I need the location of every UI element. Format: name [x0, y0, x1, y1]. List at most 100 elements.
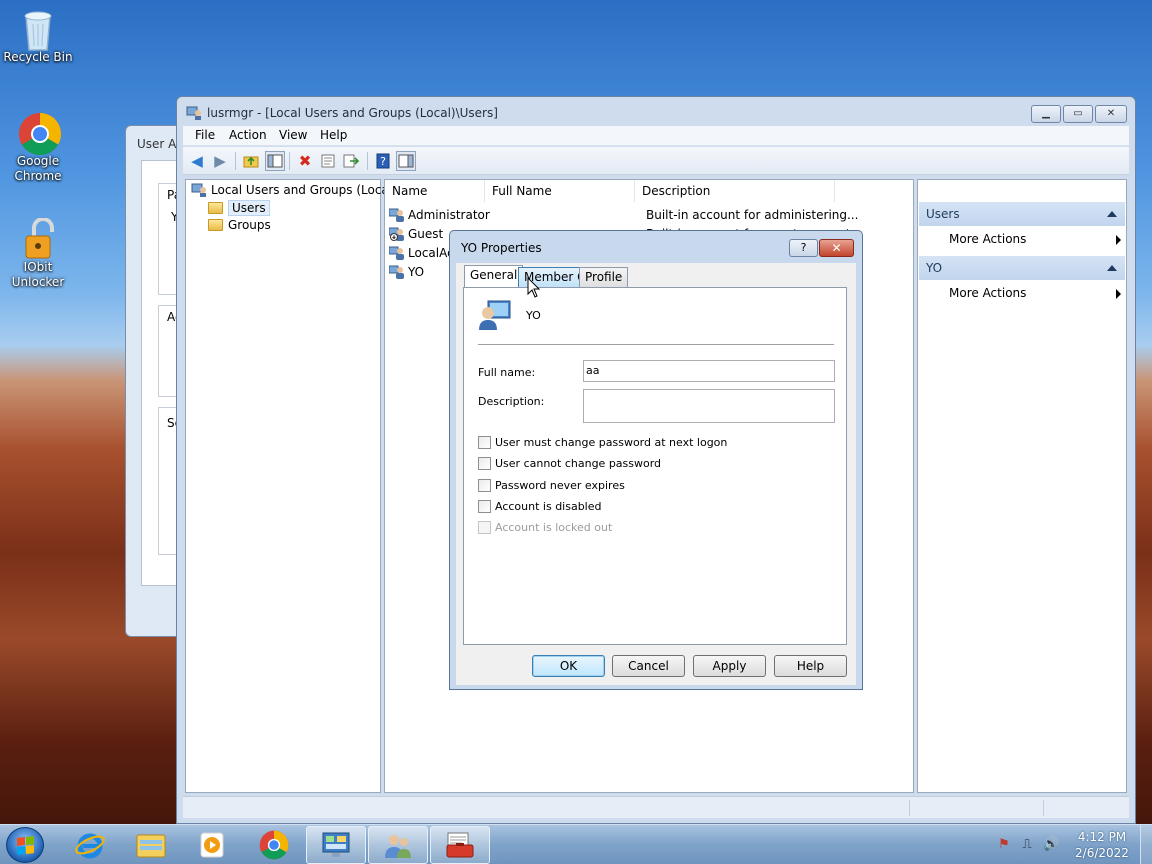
action-item-label: More Actions: [949, 286, 1027, 300]
show-hide-console-tree-button[interactable]: [265, 151, 285, 171]
chrome-icon: [259, 830, 289, 860]
checkbox-box[interactable]: [478, 500, 491, 513]
taskbar-chrome[interactable]: [244, 826, 304, 864]
taskbar-media-player[interactable]: [182, 826, 242, 864]
tree-item-label: Users: [228, 200, 270, 216]
taskbar-control-panel[interactable]: [306, 826, 366, 864]
tab-profile[interactable]: Profile: [579, 267, 629, 288]
action-section-yo[interactable]: YO: [919, 256, 1125, 280]
desktop-icon-chrome[interactable]: Google Chrome: [0, 112, 76, 184]
column-header-name[interactable]: Name: [385, 180, 485, 202]
table-row[interactable]: YO: [389, 262, 424, 281]
toolbar-separator: [235, 152, 236, 170]
menu-action[interactable]: Action: [229, 128, 267, 142]
separator: [478, 344, 834, 345]
table-row[interactable]: Guest Built-in account for guest access …: [389, 224, 862, 243]
menu-help[interactable]: Help: [320, 128, 347, 142]
checkbox-password-never-expires[interactable]: Password never expires: [478, 479, 625, 492]
volume-icon[interactable]: 🔊: [1043, 837, 1059, 853]
user-name-heading: YO: [526, 309, 541, 322]
full-name-field[interactable]: aa: [583, 360, 835, 382]
taskbar-computer-management[interactable]: [430, 826, 490, 864]
table-row[interactable]: Administrator Built-in account for admin…: [389, 205, 858, 224]
control-panel-icon: [322, 832, 350, 857]
folder-up-icon: [243, 156, 259, 168]
checkbox-label: Account is locked out: [495, 521, 613, 534]
start-button[interactable]: [6, 827, 44, 863]
console-tree-icon: [267, 154, 283, 168]
up-one-level-button[interactable]: [241, 151, 261, 171]
status-bar: [183, 796, 1129, 818]
checkbox-account-disabled[interactable]: Account is disabled: [478, 500, 602, 513]
close-icon: ✕: [1106, 108, 1116, 119]
dialog-title: YO Properties: [461, 241, 542, 255]
user-icon: [389, 265, 404, 279]
action-section-users[interactable]: Users: [919, 202, 1125, 226]
tree-item-users[interactable]: Users: [208, 200, 270, 216]
table-row[interactable]: LocalAd: [389, 243, 455, 262]
export-list-icon: [343, 154, 359, 168]
forward-button[interactable]: ▶: [210, 151, 230, 171]
tree-item-root[interactable]: Local Users and Groups (Local): [191, 183, 397, 197]
checkbox-cannot-change-password[interactable]: User cannot change password: [478, 457, 661, 470]
show-desktop-button[interactable]: [1140, 825, 1152, 864]
system-clock[interactable]: 4:12 PM 2/6/2022: [1070, 829, 1134, 861]
menu-view[interactable]: View: [279, 128, 307, 142]
back-button[interactable]: ◀: [187, 151, 207, 171]
show-hide-action-pane-button[interactable]: [396, 151, 416, 171]
tree-item-groups[interactable]: Groups: [208, 218, 271, 232]
taskbar-internet-explorer[interactable]: [60, 826, 120, 864]
properties-button[interactable]: [318, 151, 338, 171]
delete-button[interactable]: ✖: [295, 151, 315, 171]
user-name: YO: [408, 264, 425, 279]
action-center-flag-icon[interactable]: ⚑: [996, 837, 1012, 853]
status-cell: [909, 800, 1043, 816]
dialog-close-button[interactable]: ✕: [819, 239, 854, 257]
cancel-button[interactable]: Cancel: [612, 655, 685, 677]
apply-button[interactable]: Apply: [693, 655, 766, 677]
menu-file[interactable]: File: [195, 128, 215, 142]
ok-button[interactable]: OK: [532, 655, 605, 677]
user-avatar-icon: [479, 300, 511, 330]
checkbox-must-change-password[interactable]: User must change password at next logon: [478, 436, 727, 449]
dialog-help-button[interactable]: ?: [789, 239, 818, 257]
question-mark-icon: ?: [800, 241, 807, 254]
minimize-button[interactable]: ▁: [1031, 105, 1061, 123]
taskbar-file-explorer[interactable]: [121, 826, 181, 864]
description-label: Description:: [478, 395, 545, 408]
action-section-title: YO: [926, 261, 943, 275]
export-list-button[interactable]: [341, 151, 361, 171]
close-icon: ✕: [831, 241, 842, 255]
column-header-full-name[interactable]: Full Name: [485, 180, 635, 202]
submenu-arrow-icon: [1116, 235, 1121, 245]
action-more-actions-yo[interactable]: More Actions: [949, 286, 1124, 300]
folder-icon: [136, 834, 166, 858]
checkbox-box[interactable]: [478, 479, 491, 492]
desktop-icon-iobit-unlocker[interactable]: IObit Unlocker: [0, 217, 76, 290]
general-tab-page: YO Full name: aa Description: User must …: [463, 287, 847, 645]
column-header-description[interactable]: Description: [635, 180, 835, 202]
lock-icon: [18, 217, 58, 259]
tab-general[interactable]: General: [464, 265, 524, 288]
help-button[interactable]: ?: [373, 151, 393, 171]
description-field[interactable]: [583, 389, 835, 423]
close-button[interactable]: ✕: [1095, 105, 1127, 123]
svg-text:?: ?: [380, 155, 386, 168]
network-icon[interactable]: ⎍: [1019, 837, 1035, 853]
checkbox-box[interactable]: [478, 457, 491, 470]
properties-dialog[interactable]: YO Properties ? ✕ General Member Of Prof…: [449, 230, 863, 690]
user-icon: [389, 246, 404, 260]
checkbox-box[interactable]: [478, 436, 491, 449]
internet-explorer-icon: [75, 833, 105, 859]
collapse-caret-icon: [1107, 265, 1117, 271]
maximize-button[interactable]: ▭: [1063, 105, 1093, 123]
help-dialog-button[interactable]: Help: [774, 655, 847, 677]
user-name: LocalAd: [408, 245, 455, 260]
collapse-caret-icon: [1107, 211, 1117, 217]
maximize-icon: ▭: [1073, 108, 1083, 119]
help-book-icon: ?: [376, 153, 390, 169]
console-tree: Local Users and Groups (Local) Users Gro…: [185, 179, 397, 793]
desktop-icon-recycle-bin[interactable]: Recycle Bin: [0, 8, 76, 65]
taskbar-user-accounts[interactable]: [368, 826, 428, 864]
action-more-actions-users[interactable]: More Actions: [949, 232, 1124, 246]
